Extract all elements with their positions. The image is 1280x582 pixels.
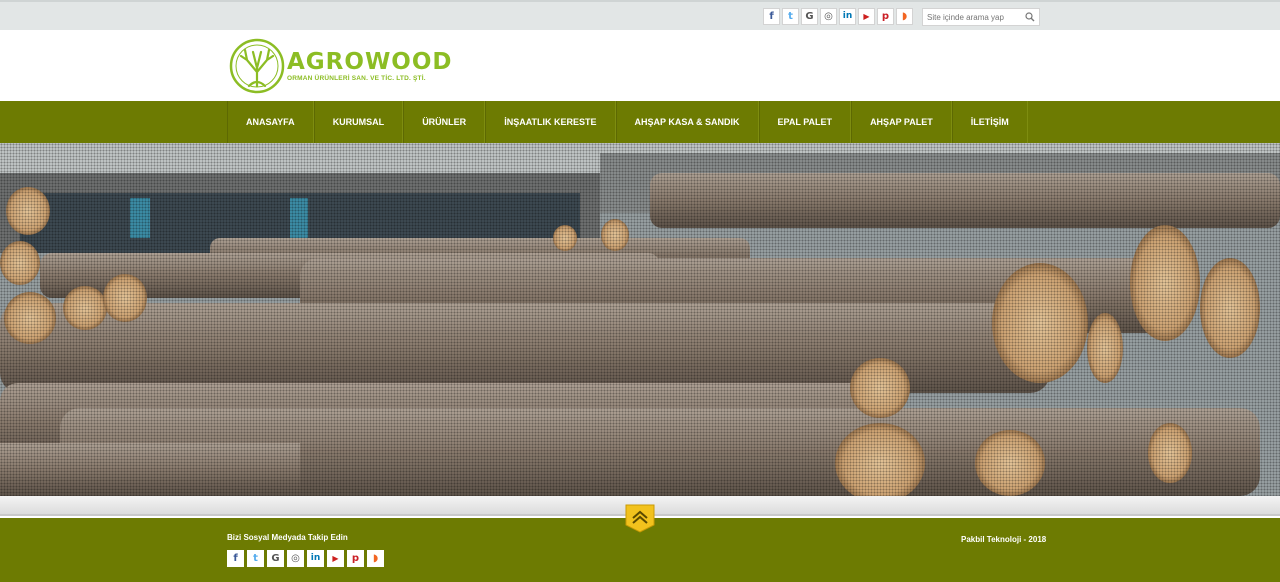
hero-slider-image <box>0 143 1280 496</box>
youtube-icon[interactable]: ▶ <box>858 8 875 25</box>
nav-item-ahsap-kasa-sandik[interactable]: AHŞAP KASA & SANDIK <box>615 101 759 143</box>
search-box <box>922 8 1040 26</box>
pinterest-icon[interactable]: p <box>877 8 894 25</box>
twitter-icon[interactable]: t <box>247 550 264 567</box>
site-header: AGROWOOD ORMAN ÜRÜNLERİ SAN. VE TİC. LTD… <box>0 30 1280 101</box>
tree-logo-icon <box>229 38 285 94</box>
nav-item-kurumsal[interactable]: KURUMSAL <box>313 101 404 143</box>
rss-icon[interactable]: ◗ <box>896 8 913 25</box>
nav-item-ahsap-palet[interactable]: AHŞAP PALET <box>851 101 952 143</box>
nav-item-urunler[interactable]: ÜRÜNLER <box>403 101 486 143</box>
social-links-footer: f t G ◎ in ▶ p ◗ <box>227 550 384 567</box>
pinterest-icon[interactable]: p <box>347 550 364 567</box>
linkedin-icon[interactable]: in <box>839 8 856 25</box>
site-logo[interactable]: AGROWOOD ORMAN ÜRÜNLERİ SAN. VE TİC. LTD… <box>229 38 453 94</box>
twitter-icon[interactable]: t <box>782 8 799 25</box>
google-plus-icon[interactable]: G <box>801 8 818 25</box>
nav-item-insaatlik-kereste[interactable]: İNŞAATLIK KERESTE <box>485 101 616 143</box>
main-nav: ANASAYFA KURUMSAL ÜRÜNLER İNŞAATLIK KERE… <box>0 101 1280 143</box>
nav-item-anasayfa[interactable]: ANASAYFA <box>227 101 314 143</box>
facebook-icon[interactable]: f <box>227 550 244 567</box>
nav-item-iletisim[interactable]: İLETİŞİM <box>951 101 1028 143</box>
youtube-icon[interactable]: ▶ <box>327 550 344 567</box>
linkedin-icon[interactable]: in <box>307 550 324 567</box>
google-plus-icon[interactable]: G <box>267 550 284 567</box>
instagram-icon[interactable]: ◎ <box>820 8 837 25</box>
follow-label: Bizi Sosyal Medyada Takip Edin <box>227 533 348 542</box>
footer-credit: Pakbil Teknoloji - 2018 <box>961 535 1047 544</box>
brand-name: AGROWOOD <box>287 49 453 75</box>
instagram-icon[interactable]: ◎ <box>287 550 304 567</box>
scroll-to-top-button[interactable] <box>622 503 658 533</box>
social-links-top: f t G ◎ in ▶ p ◗ <box>763 8 913 25</box>
company-subtitle: ORMAN ÜRÜNLERİ SAN. VE TİC. LTD. ŞTİ. <box>287 75 426 82</box>
rss-icon[interactable]: ◗ <box>367 550 384 567</box>
facebook-icon[interactable]: f <box>763 8 780 25</box>
nav-item-epal-palet[interactable]: EPAL PALET <box>758 101 852 143</box>
search-input[interactable] <box>923 9 1021 25</box>
top-bar: f t G ◎ in ▶ p ◗ <box>0 0 1280 30</box>
search-icon[interactable] <box>1021 9 1039 25</box>
halftone-overlay <box>0 143 1280 496</box>
